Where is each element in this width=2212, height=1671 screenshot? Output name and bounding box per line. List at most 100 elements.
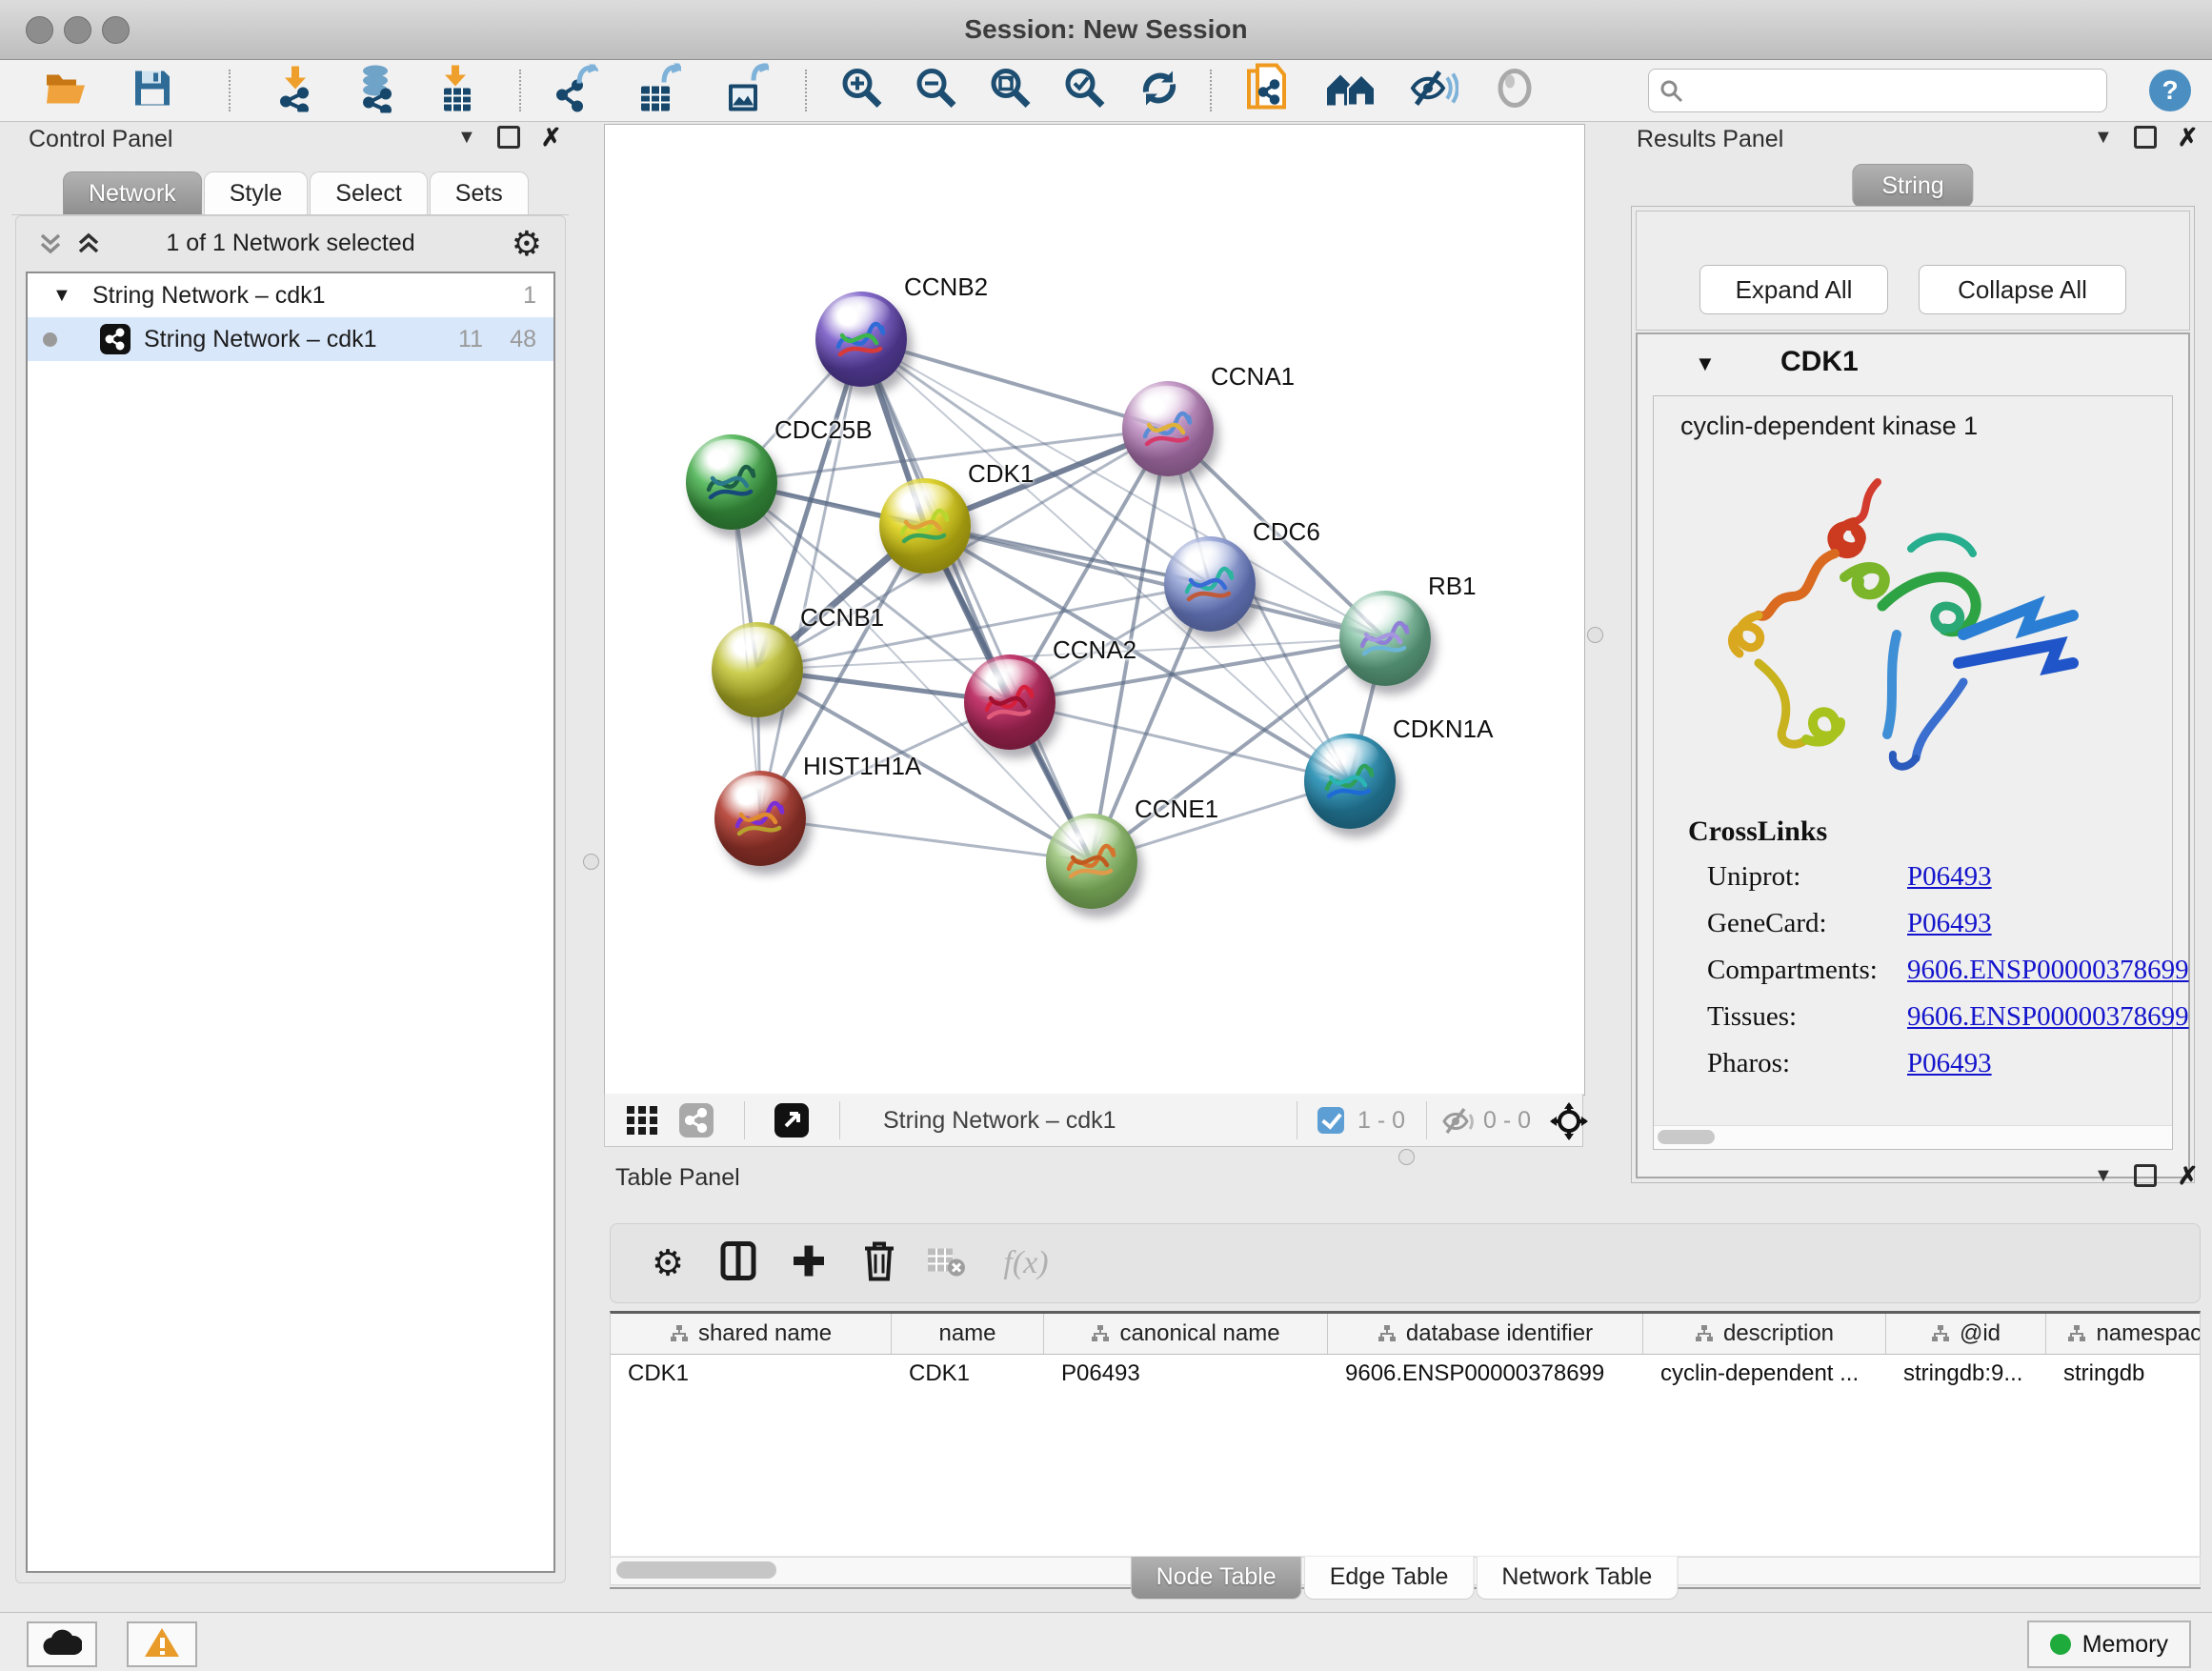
refresh-icon[interactable]: [1136, 66, 1182, 116]
open-in-window-icon[interactable]: [774, 1103, 809, 1137]
crosslink-link[interactable]: 9606.ENSP00000378699: [1907, 1001, 2189, 1033]
node-CCNE1[interactable]: [1046, 814, 1137, 909]
protein-collapse-icon[interactable]: ▼: [1695, 352, 1716, 376]
table-options-gear-icon[interactable]: ⚙: [652, 1242, 684, 1285]
collapse-all-button[interactable]: Collapse All: [1919, 265, 2126, 314]
node-CDK1[interactable]: [879, 478, 971, 574]
column-header-database-identifier[interactable]: database identifier: [1328, 1314, 1643, 1354]
node-CDC6[interactable]: [1164, 536, 1256, 632]
show-columns-icon[interactable]: [720, 1241, 756, 1286]
warnings-button[interactable]: [127, 1621, 197, 1667]
tab-sets[interactable]: Sets: [430, 171, 529, 214]
collection-expand-icon[interactable]: ▼: [52, 285, 71, 307]
home-icon[interactable]: [1324, 68, 1377, 114]
table-panel-float-icon[interactable]: [2134, 1164, 2157, 1187]
bottom-splitter-grip[interactable]: [1398, 1149, 1415, 1165]
tab-edge-table[interactable]: Edge Table: [1304, 1557, 1475, 1600]
edge-CCNB2-CCNE1[interactable]: [861, 339, 1092, 861]
crosslink-link[interactable]: P06493: [1907, 1048, 1992, 1079]
add-column-icon[interactable]: [790, 1242, 828, 1285]
column-header--id[interactable]: @id: [1886, 1314, 2046, 1354]
export-table-icon[interactable]: [637, 64, 681, 118]
network-collection-row[interactable]: ▼ String Network – cdk1 1: [28, 273, 553, 317]
zoom-in-icon[interactable]: [839, 66, 885, 116]
control-panel-close-icon[interactable]: ✗: [541, 129, 562, 146]
crosslink-link[interactable]: P06493: [1907, 861, 1992, 893]
column-header-description[interactable]: description: [1643, 1314, 1886, 1354]
import-table-icon[interactable]: [438, 64, 476, 118]
edge-CCNB2-HIST1H1A[interactable]: [760, 339, 861, 818]
node-CCNA2[interactable]: [964, 654, 1056, 750]
node-CCNB1[interactable]: [712, 622, 803, 717]
network-share-icon[interactable]: [679, 1103, 714, 1137]
results-panel-menu-icon[interactable]: ▼: [2094, 127, 2113, 149]
fit-content-icon[interactable]: [1550, 1102, 1588, 1145]
tab-string[interactable]: String: [1852, 164, 1973, 208]
expand-all-button[interactable]: Expand All: [1699, 265, 1888, 314]
table-cell[interactable]: cyclin-dependent ...: [1643, 1355, 1886, 1393]
import-network-database-icon[interactable]: [354, 64, 398, 118]
edge-CCNA2-CDKN1A[interactable]: [1010, 702, 1350, 781]
help-button[interactable]: ?: [2149, 70, 2191, 111]
column-header-shared-name[interactable]: shared name: [611, 1314, 892, 1354]
show-graphics-details-icon[interactable]: [1492, 68, 1538, 114]
function-builder-icon[interactable]: f(x): [1003, 1245, 1048, 1281]
table-panel-close-icon[interactable]: ✗: [2178, 1167, 2199, 1184]
table-panel-menu-icon[interactable]: ▼: [2094, 1165, 2113, 1187]
node-CDKN1A[interactable]: [1304, 734, 1396, 829]
control-panel-float-icon[interactable]: [497, 126, 520, 149]
edge-HIST1H1A-CCNE1[interactable]: [760, 818, 1092, 861]
network-canvas[interactable]: CCNB2CCNA1CDC25BCDK1CDC6RB1CCNB1CCNA2CDK…: [604, 124, 1585, 1096]
results-panel-close-icon[interactable]: ✗: [2178, 129, 2199, 146]
control-panel-menu-icon[interactable]: ▼: [457, 127, 476, 149]
table-cell[interactable]: stringdb: [2046, 1355, 2201, 1393]
node-CDC25B[interactable]: [686, 434, 777, 530]
table-row[interactable]: CDK1CDK1P064939606.ENSP00000378699cyclin…: [611, 1355, 2200, 1393]
selected-nodes-checkbox[interactable]: [1317, 1107, 1344, 1134]
export-image-icon[interactable]: [725, 64, 769, 118]
table-cell[interactable]: stringdb:9...: [1886, 1355, 2046, 1393]
tab-node-table[interactable]: Node Table: [1131, 1557, 1302, 1600]
results-horizontal-scrollbar[interactable]: [1654, 1125, 2172, 1149]
zoom-fit-icon[interactable]: [988, 66, 1034, 116]
results-panel-float-icon[interactable]: [2134, 126, 2157, 149]
memory-button[interactable]: Memory: [2027, 1621, 2191, 1668]
clone-network-icon[interactable]: [1246, 64, 1288, 118]
node-HIST1H1A[interactable]: [714, 771, 806, 866]
table-cell[interactable]: CDK1: [611, 1355, 892, 1393]
right-splitter-grip[interactable]: [1587, 627, 1603, 643]
column-header-canonical-name[interactable]: canonical name: [1044, 1314, 1328, 1354]
protein-section-header[interactable]: ▼ CDK1: [1638, 334, 2188, 393]
zoom-selected-icon[interactable]: [1062, 66, 1108, 116]
import-network-file-icon[interactable]: [274, 65, 316, 117]
birds-eye-view-icon[interactable]: [626, 1105, 658, 1140]
tab-style[interactable]: Style: [204, 171, 309, 214]
left-splitter-grip[interactable]: [583, 854, 599, 870]
table-cell[interactable]: CDK1: [892, 1355, 1044, 1393]
delete-table-icon[interactable]: [926, 1245, 966, 1282]
zoom-out-icon[interactable]: [914, 66, 959, 116]
export-network-icon[interactable]: [554, 65, 598, 117]
tab-network-table[interactable]: Network Table: [1476, 1557, 1678, 1600]
node-CCNA1[interactable]: [1122, 381, 1214, 476]
hide-selected-icon[interactable]: [1409, 67, 1458, 115]
node-CCNB2[interactable]: [815, 292, 907, 387]
crosslink-link[interactable]: 9606.ENSP00000378699: [1907, 955, 2189, 986]
tab-network[interactable]: Network: [63, 171, 202, 214]
network-options-gear-icon[interactable]: ⚙: [512, 224, 542, 264]
search-input[interactable]: [1648, 69, 2107, 112]
cloud-button[interactable]: [27, 1621, 97, 1667]
table-cell[interactable]: 9606.ENSP00000378699: [1328, 1355, 1643, 1393]
table-cell[interactable]: P06493: [1044, 1355, 1328, 1393]
save-session-icon[interactable]: [132, 69, 172, 113]
tab-select[interactable]: Select: [310, 171, 427, 214]
network-row-selected[interactable]: String Network – cdk1 11 48: [28, 317, 553, 361]
edge-CCNB2-CCNA1[interactable]: [861, 339, 1168, 429]
column-header-name[interactable]: name: [892, 1314, 1044, 1354]
node-RB1[interactable]: [1339, 591, 1431, 686]
column-header-namespace[interactable]: namespace: [2046, 1314, 2201, 1354]
hidden-eye-icon[interactable]: [1441, 1106, 1478, 1141]
delete-column-icon[interactable]: [863, 1241, 895, 1286]
open-session-icon[interactable]: [45, 70, 89, 112]
crosslink-link[interactable]: P06493: [1907, 908, 1992, 939]
